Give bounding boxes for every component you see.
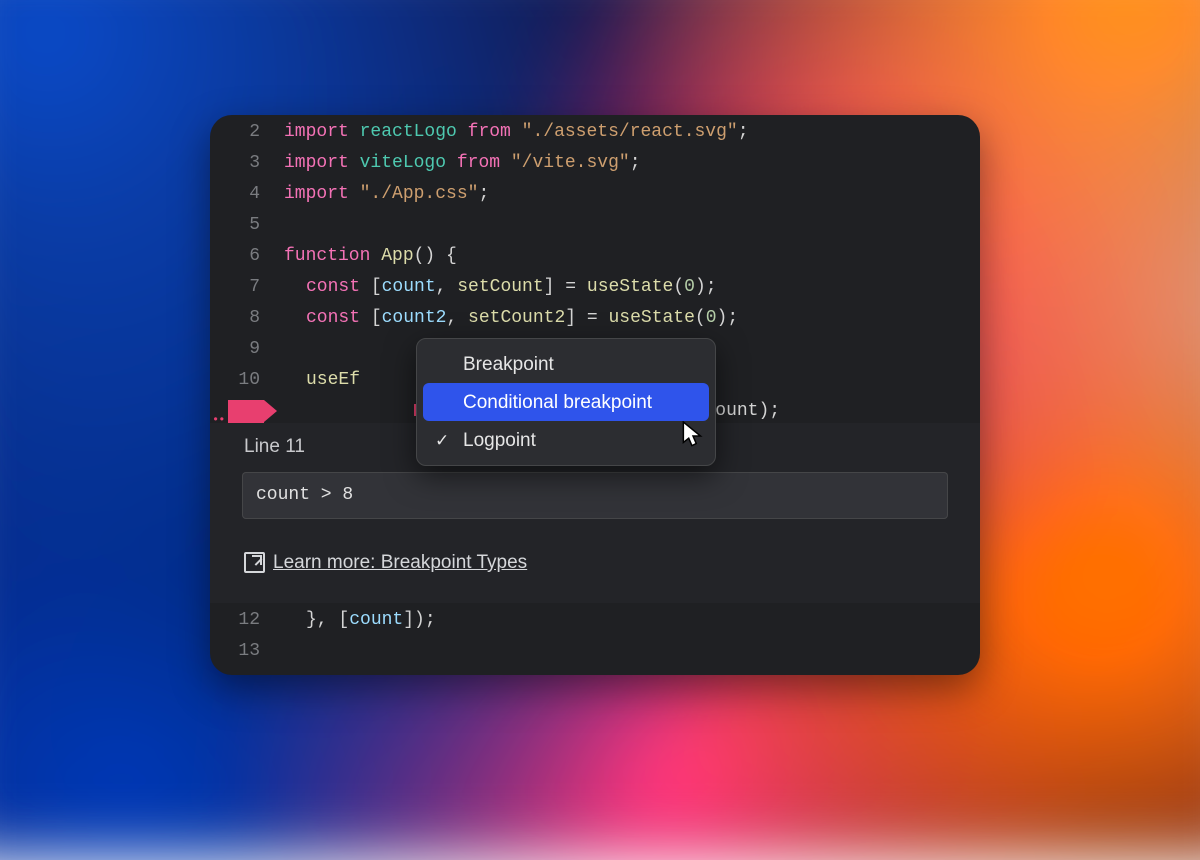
line-number[interactable]: 8 [210,303,284,334]
code-line: 6 function App() { [210,241,980,272]
line-number[interactable]: 9 [210,334,284,365]
code-text: const [count2, setCount2] = useState(0); [284,303,980,334]
check-icon: ✓ [435,425,449,456]
line-number[interactable]: 3 [210,148,284,179]
code-line: 12 }, [count]); [210,605,980,636]
line-number[interactable]: 6 [210,241,284,272]
menu-item-label: Conditional breakpoint [463,387,652,418]
code-line: 2 import reactLogo from "./assets/react.… [210,117,980,148]
code-line: 8 const [count2, setCount2] = useState(0… [210,303,980,334]
menu-item-conditional-breakpoint[interactable]: Conditional breakpoint [423,383,709,421]
code-line: 5 [210,210,980,241]
menu-item-logpoint[interactable]: ✓ Logpoint [423,421,709,459]
line-number[interactable]: 10 [210,365,284,396]
code-line: 3 import viteLogo from "/vite.svg"; [210,148,980,179]
line-number[interactable]: 4 [210,179,284,210]
code-text: import "./App.css"; [284,179,980,210]
code-text: }, [count]); [284,605,980,636]
line-number[interactable]: 5 [210,210,284,241]
code-line: 4 import "./App.css"; [210,179,980,210]
code-line: 13 [210,636,980,667]
menu-item-label: Breakpoint [463,349,554,380]
learn-more-link[interactable]: Learn more: Breakpoint Types [244,547,527,578]
line-number[interactable]: 7 [210,272,284,303]
code-editor-window: 2 import reactLogo from "./assets/react.… [210,115,980,675]
code-area-continued[interactable]: 12 }, [count]); 13 [210,605,980,667]
external-link-icon [244,552,265,573]
logpoint-expression-input[interactable]: count > 8 [242,472,948,519]
code-text: function App() { [284,241,980,272]
line-number[interactable]: 2 [210,117,284,148]
code-line: 7 const [count, setCount] = useState(0); [210,272,980,303]
menu-item-breakpoint[interactable]: Breakpoint [423,345,709,383]
breakpoint-type-menu[interactable]: Breakpoint Conditional breakpoint ✓ Logp… [416,338,716,466]
code-text: import viteLogo from "/vite.svg"; [284,148,980,179]
menu-item-label: Logpoint [463,425,536,456]
line-number[interactable]: 13 [210,636,284,667]
breakpoint-marker-icon[interactable] [228,400,278,423]
line-number[interactable]: 12 [210,605,284,636]
code-text: import reactLogo from "./assets/react.sv… [284,117,980,148]
learn-more-label: Learn more: Breakpoint Types [273,547,527,578]
code-text: const [count, setCount] = useState(0); [284,272,980,303]
